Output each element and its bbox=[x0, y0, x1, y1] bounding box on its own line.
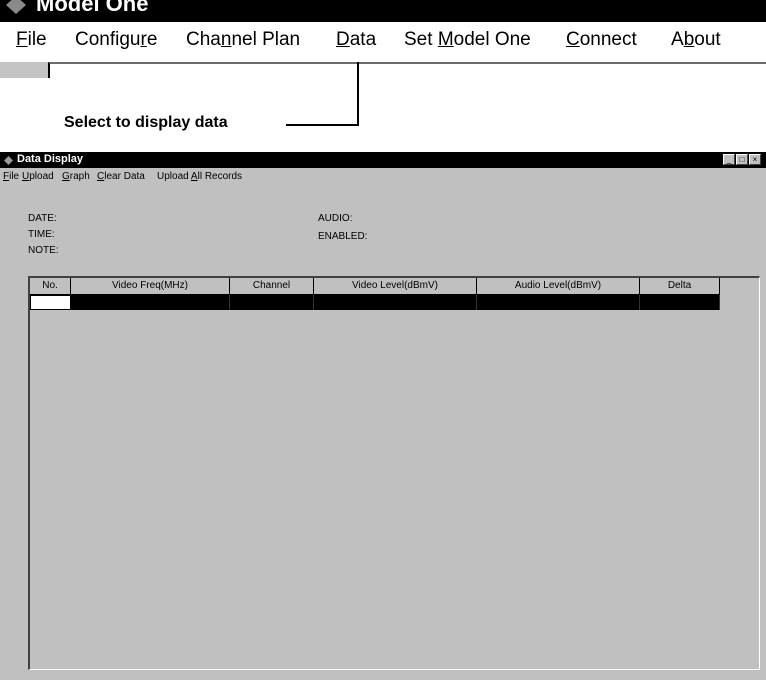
time-label: TIME: bbox=[28, 229, 55, 240]
menu-channel-plan[interactable]: Channel Plan bbox=[186, 29, 300, 51]
app-title: Model One bbox=[36, 0, 149, 16]
callout-label: Select to display data bbox=[64, 114, 228, 131]
column-header-video-level[interactable]: Video Level(dBmV) bbox=[314, 278, 477, 295]
table-cell[interactable] bbox=[230, 295, 314, 310]
date-label: DATE: bbox=[28, 213, 57, 224]
close-button[interactable]: × bbox=[749, 154, 761, 165]
app-body bbox=[0, 62, 766, 78]
enabled-label: ENABLED: bbox=[318, 231, 368, 242]
column-header-audio-level[interactable]: Audio Level(dBmV) bbox=[477, 278, 640, 295]
menu-about[interactable]: About bbox=[671, 29, 721, 51]
menu-connect[interactable]: Connect bbox=[566, 29, 637, 51]
menu-configure[interactable]: Configure bbox=[75, 29, 157, 51]
data-display-menu-bar: File Upload Graph Clear Data Upload All … bbox=[0, 168, 766, 186]
menu-file[interactable]: File bbox=[16, 29, 47, 51]
data-table[interactable]: No. Video Freq(MHz) Channel Video Level(… bbox=[28, 276, 760, 670]
dd-menu-graph[interactable]: Graph bbox=[62, 171, 90, 182]
dd-menu-clear-data[interactable]: Clear Data bbox=[97, 171, 145, 182]
app-menu-bar: File Configure Channel Plan Data Set Mod… bbox=[0, 22, 766, 62]
audio-label: AUDIO: bbox=[318, 213, 353, 224]
callout-line-horizontal bbox=[286, 124, 359, 126]
dd-menu-upload-all-records[interactable]: Upload All Records bbox=[157, 171, 242, 182]
column-header-channel[interactable]: Channel bbox=[230, 278, 314, 295]
menu-data[interactable]: Data bbox=[336, 29, 376, 51]
window-icon bbox=[4, 156, 13, 165]
app-icon bbox=[6, 0, 26, 14]
table-cell[interactable] bbox=[71, 295, 230, 310]
table-cell[interactable] bbox=[477, 295, 640, 310]
table-cell[interactable] bbox=[314, 295, 477, 310]
column-header-no[interactable]: No. bbox=[30, 278, 71, 295]
dd-menu-file[interactable]: File bbox=[3, 171, 19, 182]
table-row[interactable] bbox=[30, 295, 720, 310]
app-title-bar: Model One bbox=[0, 0, 766, 22]
column-header-delta[interactable]: Delta bbox=[640, 278, 720, 295]
callout-line-vertical bbox=[357, 62, 359, 126]
column-header-video-freq[interactable]: Video Freq(MHz) bbox=[71, 278, 230, 295]
table-cell-selected[interactable] bbox=[30, 295, 71, 310]
dd-menu-upload[interactable]: Upload bbox=[22, 171, 54, 182]
data-display-title-bar: Data Display _ □ × bbox=[0, 152, 766, 168]
data-display-window: Data Display _ □ × File Upload Graph Cle… bbox=[0, 152, 766, 680]
app-display-field[interactable] bbox=[48, 62, 766, 78]
note-label: NOTE: bbox=[28, 245, 59, 256]
table-cell[interactable] bbox=[640, 295, 720, 310]
data-display-title: Data Display bbox=[17, 153, 84, 165]
minimize-button[interactable]: _ bbox=[723, 154, 735, 165]
menu-set-model-one[interactable]: Set Model One bbox=[404, 29, 531, 51]
maximize-button[interactable]: □ bbox=[736, 154, 748, 165]
table-header: No. Video Freq(MHz) Channel Video Level(… bbox=[30, 278, 720, 295]
